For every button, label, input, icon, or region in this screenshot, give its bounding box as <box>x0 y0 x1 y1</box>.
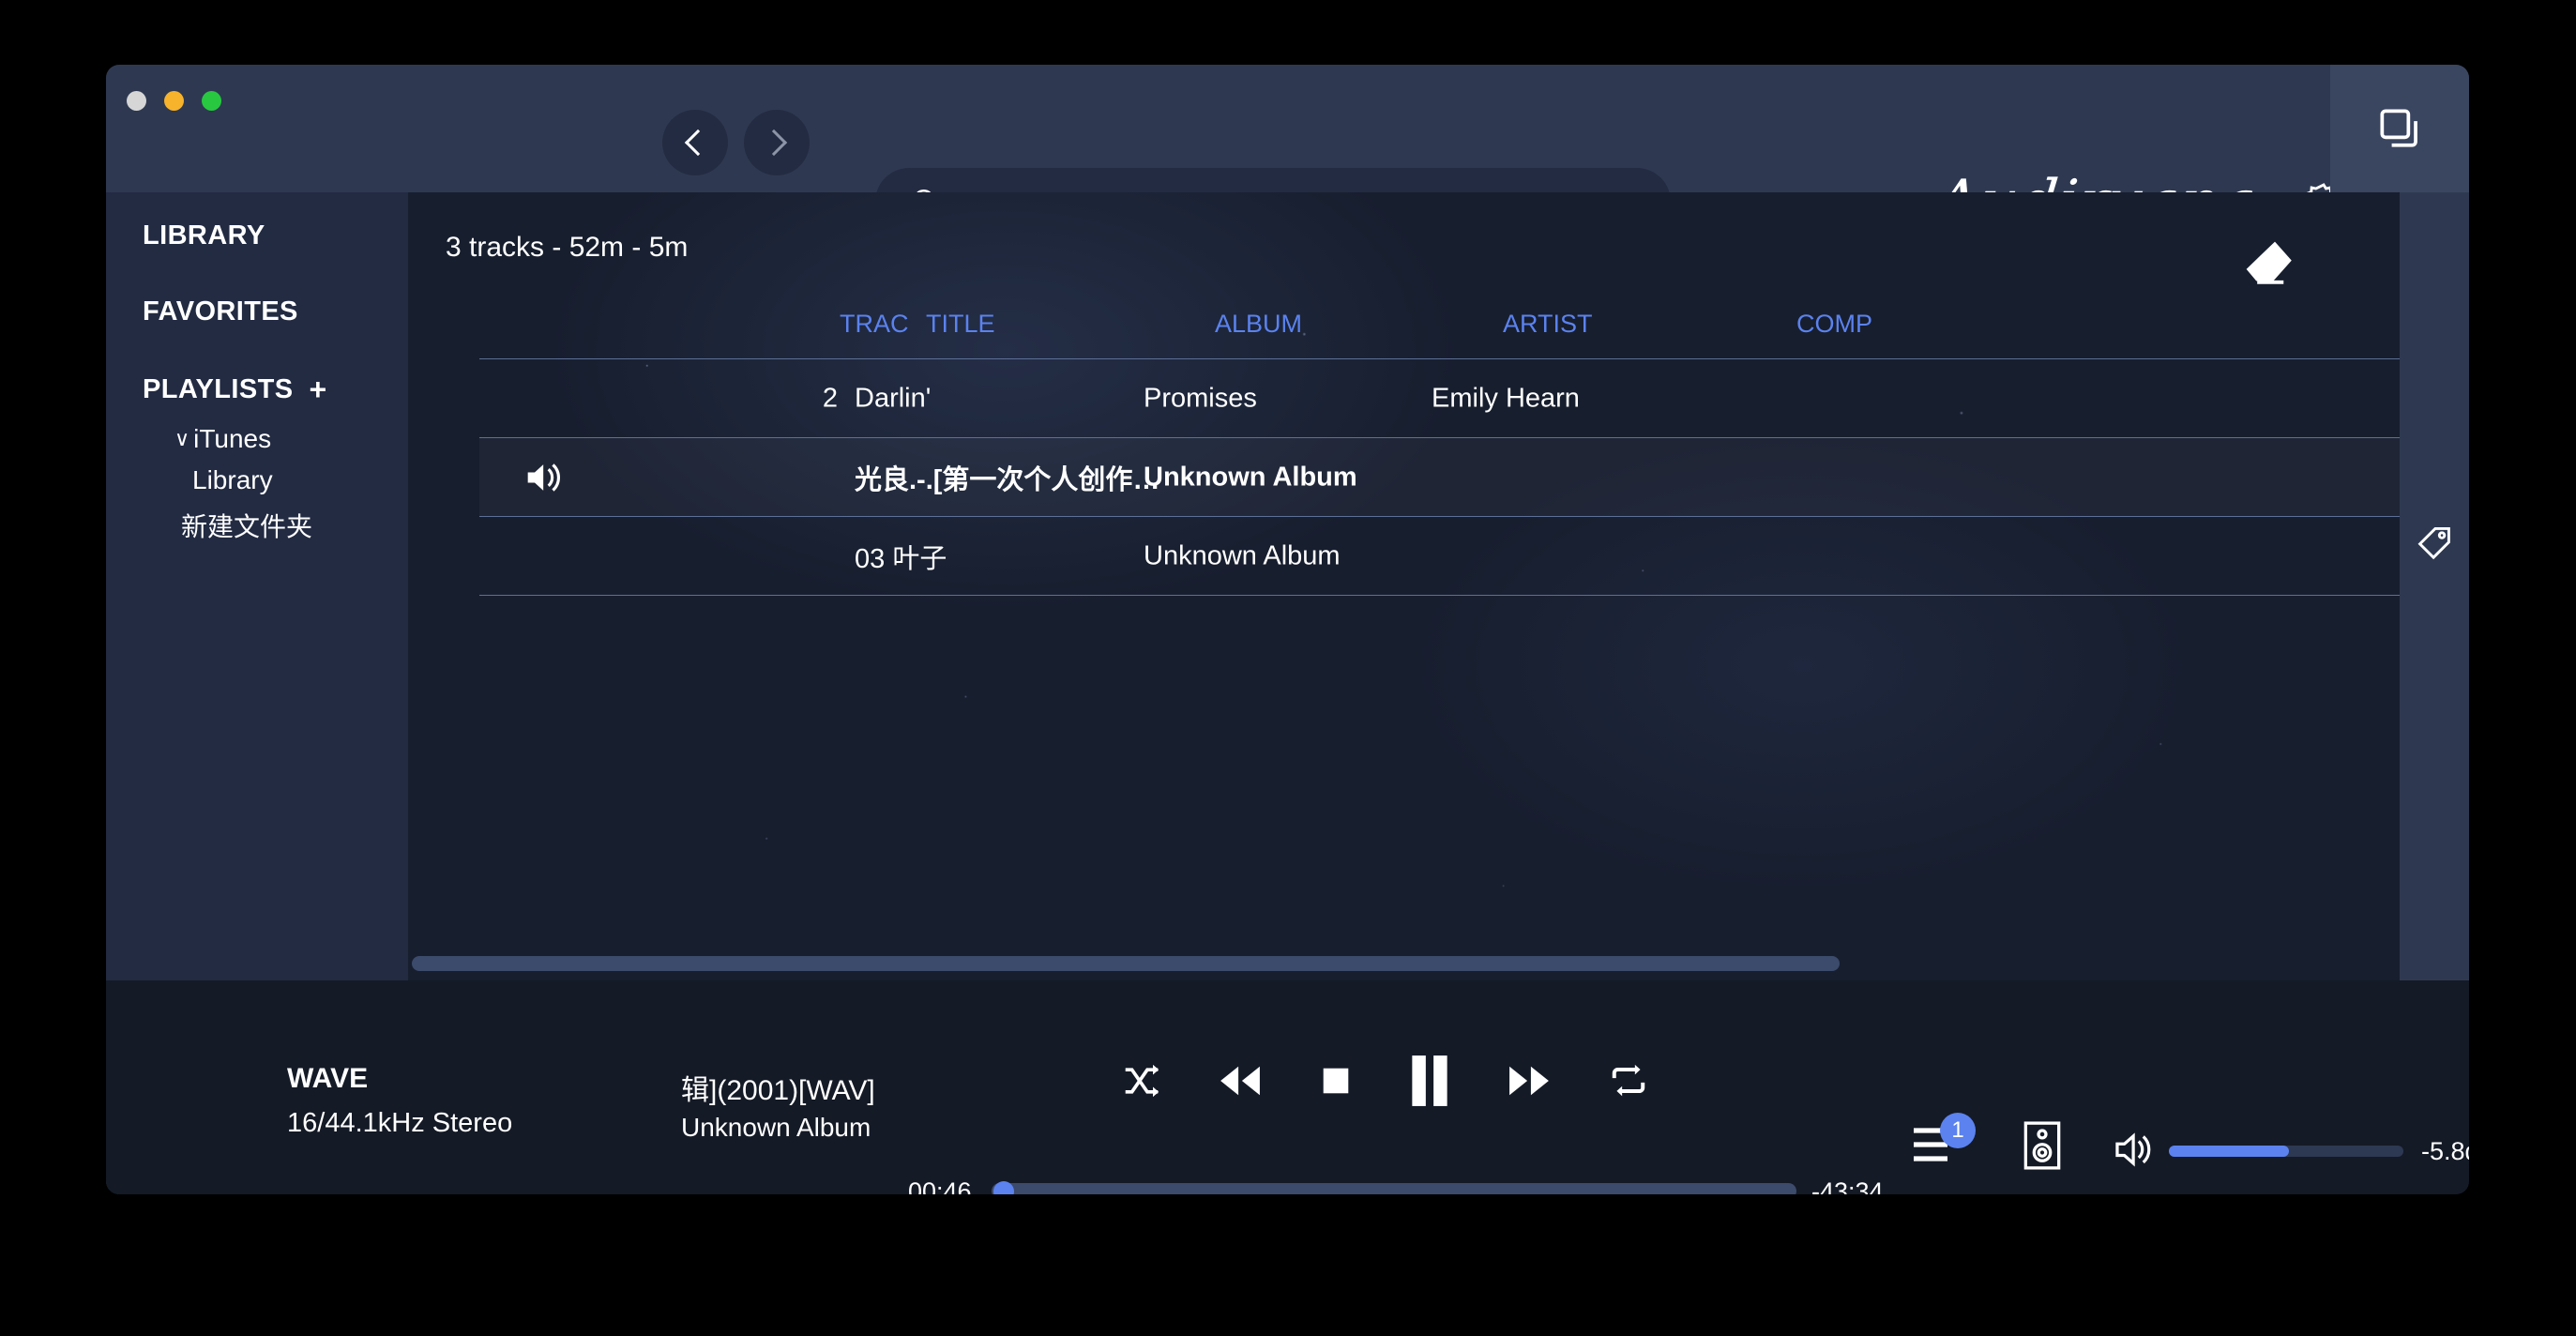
repeat-button[interactable] <box>1607 1062 1650 1100</box>
remaining-time: -43:34 <box>1811 1177 1884 1194</box>
cell-artist: Emily Hearn <box>1432 383 1580 413</box>
cell-title: Darlin' <box>855 383 932 413</box>
sidebar-item-label: Library <box>192 465 273 494</box>
volume-icon <box>2115 1132 2151 1167</box>
table-row[interactable]: 2 Darlin' Promises Emily Hearn <box>479 358 2400 437</box>
sidebar-item-label: LIBRARY <box>143 220 265 250</box>
column-header-track[interactable]: TRAC <box>840 310 909 339</box>
speaker-device-icon <box>2023 1121 2061 1170</box>
table-row[interactable]: 光良.-.[第一次个人创作专辑](2001)[W... Unknown Albu… <box>479 437 2400 516</box>
column-header-title[interactable]: TITLE <box>926 310 995 339</box>
sidebar-item-playlists[interactable]: PLAYLISTS + <box>106 372 408 407</box>
column-header-album[interactable]: ALBUM <box>1215 310 1302 339</box>
format-spec: 16/44.1kHz Stereo <box>287 1108 513 1138</box>
pause-button[interactable] <box>1408 1054 1451 1108</box>
sidebar-item-itunes[interactable]: ∨ iTunes <box>106 424 408 454</box>
cell-title: 光良.-.[第一次个人创作专辑](2001)[W... <box>855 464 1164 495</box>
shuffle-button[interactable] <box>1121 1062 1162 1100</box>
sidebar-item-label: FAVORITES <box>143 296 298 326</box>
sidebar-item-itunes-library[interactable]: Library <box>106 465 408 495</box>
queue-count-badge: 1 <box>1940 1113 1976 1148</box>
chevron-left-icon <box>684 129 712 157</box>
rewind-button[interactable] <box>1217 1063 1264 1099</box>
traffic-lights <box>127 91 221 111</box>
elapsed-time: 00:46 <box>908 1177 972 1194</box>
cell-title: 03 叶子 <box>855 543 947 574</box>
chevron-down-icon[interactable]: ∨ <box>174 427 189 451</box>
output-spec: 24/44.1kHz Stereo <box>2159 1193 2370 1194</box>
metadata-rail <box>2400 192 2469 980</box>
column-header-artist[interactable]: ARTIST <box>1503 310 1593 339</box>
sidebar-item-label: PLAYLISTS <box>143 374 294 404</box>
now-playing-title: 辑](2001)[WAV] <box>681 1075 875 1106</box>
fast-forward-button[interactable] <box>1506 1063 1553 1099</box>
stop-button[interactable] <box>1318 1063 1354 1099</box>
panel-toggle-button[interactable] <box>2330 65 2469 192</box>
sidebar-item-library[interactable]: LIBRARY <box>106 220 408 251</box>
track-list-panel: 3 tracks - 52m - 5m TRAC TITLE ALBUM ART… <box>408 192 2400 980</box>
fast-forward-icon <box>1509 1066 1549 1096</box>
shuffle-icon <box>1125 1064 1159 1098</box>
cell-album: Unknown Album <box>1144 540 1341 570</box>
cell-album: Unknown Album <box>1144 462 1357 492</box>
pause-icon <box>1412 1055 1447 1106</box>
forward-button[interactable] <box>744 110 810 175</box>
table-row[interactable]: 03 叶子 Unknown Album <box>479 516 2400 595</box>
windows-copy-icon <box>2380 109 2417 147</box>
repeat-icon <box>1612 1064 1645 1097</box>
seek-slider[interactable] <box>992 1181 1796 1194</box>
format-name: WAVE <box>287 1063 369 1094</box>
track-count-summary: 3 tracks - 52m - 5m <box>446 232 689 263</box>
stop-icon <box>1323 1068 1349 1094</box>
volume-slider[interactable] <box>2169 1146 2403 1157</box>
minimize-window-button[interactable] <box>164 91 184 111</box>
column-header-row: TRAC TITLE ALBUM ARTIST COMP <box>408 310 2400 358</box>
cell-album: Promises <box>1144 383 1257 413</box>
maximize-window-button[interactable] <box>202 91 221 111</box>
rewind-icon <box>1220 1066 1260 1096</box>
speaker-icon <box>527 463 560 492</box>
transport-controls <box>1121 1054 1650 1108</box>
sidebar-item-new-folder[interactable]: 新建文件夹 <box>106 507 408 544</box>
app-window: Audirvana LIBRARY FAVORITES PLAYLISTS + <box>106 65 2469 1194</box>
chevron-right-icon <box>760 129 788 157</box>
seek-handle[interactable] <box>993 1181 1014 1194</box>
volume-level: -5.8dB <box>2421 1137 2469 1165</box>
table-bottom-border <box>479 595 2400 596</box>
volume-button[interactable] <box>2114 1131 2157 1168</box>
cell-track: 2 <box>822 383 838 413</box>
tag-icon <box>2417 526 2450 560</box>
title-bar: Audirvana <box>106 65 2469 237</box>
column-header-composer[interactable]: COMP <box>1796 310 1872 339</box>
volume-fill <box>2169 1146 2289 1157</box>
clear-list-button[interactable] <box>2240 239 2296 299</box>
horizontal-scrollbar[interactable] <box>408 952 2400 973</box>
add-playlist-button[interactable]: + <box>309 372 326 407</box>
sidebar-item-favorites[interactable]: FAVORITES <box>106 296 408 327</box>
now-playing-album: Unknown Album <box>681 1113 871 1142</box>
output-device-button[interactable] <box>2023 1120 2062 1171</box>
sidebar-item-label: iTunes <box>193 424 272 453</box>
tag-editor-button[interactable] <box>2414 523 2455 564</box>
track-rows: 2 Darlin' Promises Emily Hearn 光良.-.[第一次… <box>408 358 2400 596</box>
back-button[interactable] <box>662 110 728 175</box>
scrollbar-thumb[interactable] <box>412 956 1840 971</box>
close-window-button[interactable] <box>127 91 146 111</box>
eraser-icon <box>2246 241 2292 284</box>
sidebar-item-label: 新建文件夹 <box>181 512 313 541</box>
